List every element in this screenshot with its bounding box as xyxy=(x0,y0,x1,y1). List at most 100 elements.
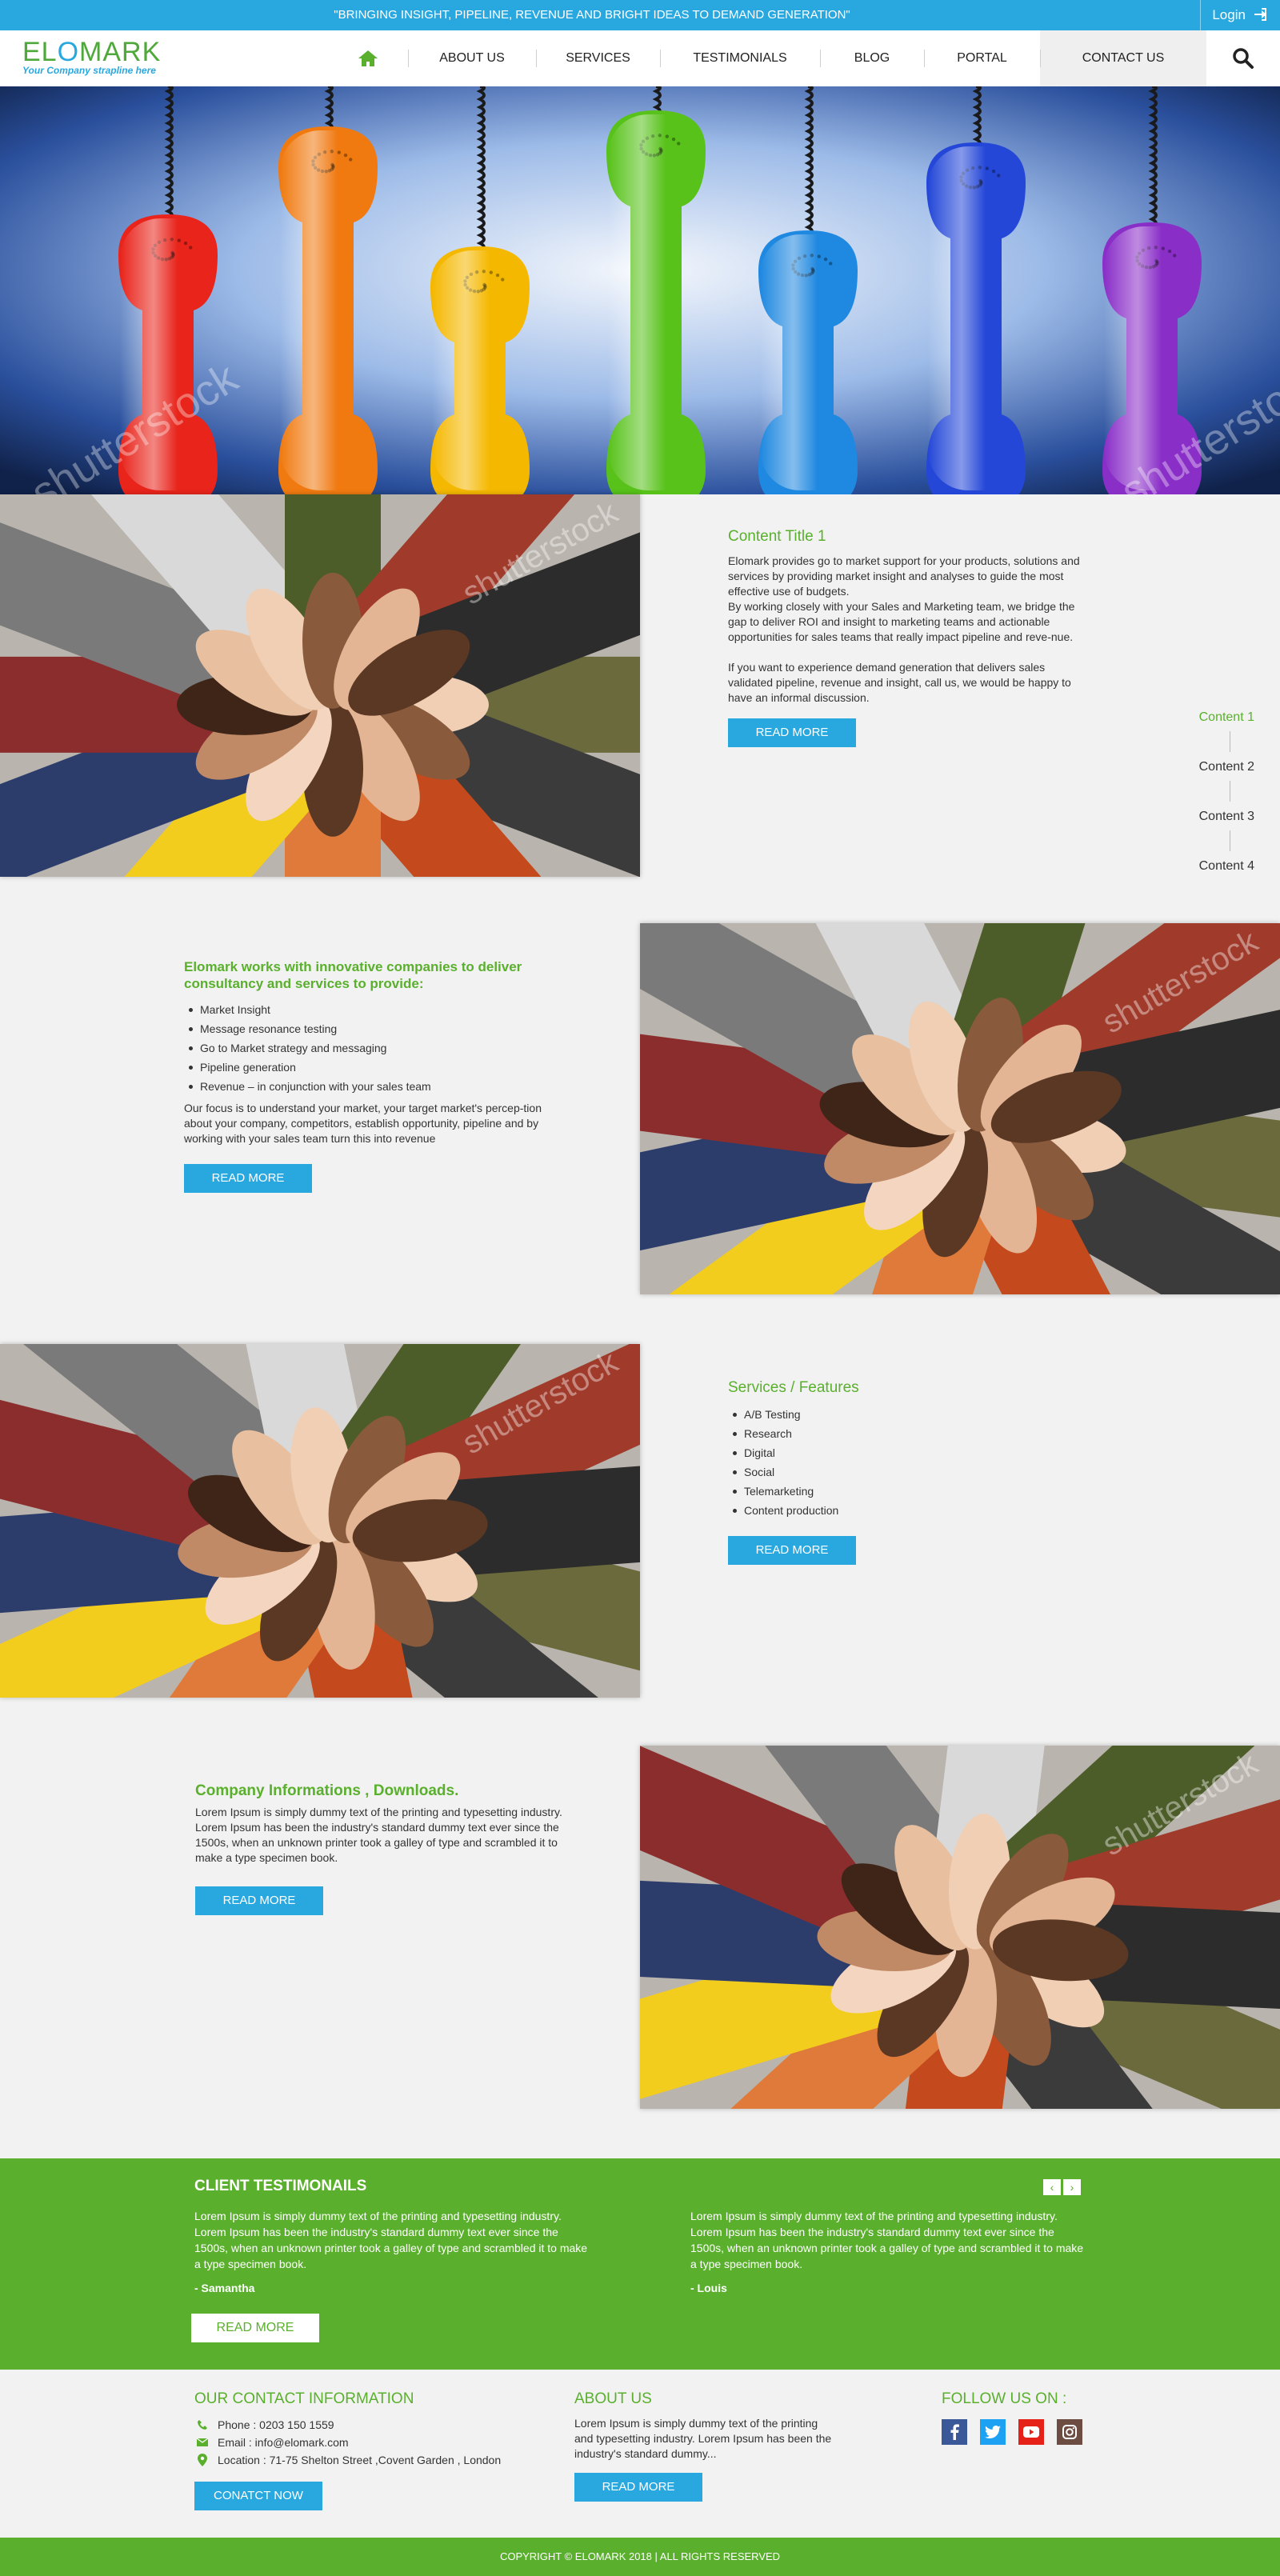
email-row: Email : info@elomark.com xyxy=(194,2434,530,2451)
footer: OUR CONTACT INFORMATION Phone : 0203 150… xyxy=(0,2370,1280,2538)
logo-text: ELOMARK xyxy=(22,37,161,68)
about-us-footer: ABOUT US Lorem Ipsum is simply dummy tex… xyxy=(574,2390,846,2502)
email-text[interactable]: Email : info@elomark.com xyxy=(218,2434,349,2451)
list-item: Digital xyxy=(728,1443,1088,1462)
login-label: Login xyxy=(1212,7,1246,22)
hero-banner: shutterstock shutterstock xyxy=(0,86,1280,494)
follow-title: FOLLOW US ON : xyxy=(942,2390,1067,2407)
location-row: Location : 71-75 Shelton Street ,Covent … xyxy=(194,2451,530,2469)
hands-image: shutterstock xyxy=(640,1746,1280,2109)
hero-image: shutterstock shutterstock xyxy=(0,86,1280,494)
content-section-2: Elomark works with innovative companies … xyxy=(184,958,560,1193)
section-paragraph: If you want to experience demand generat… xyxy=(728,661,1071,704)
read-more-button[interactable]: READ MORE xyxy=(184,1164,312,1193)
nav-contact-us[interactable]: CONTACT US xyxy=(1040,30,1206,86)
testimonials-section: CLIENT TESTIMONAILS ‹ › Lorem Ipsum is s… xyxy=(0,2158,1280,2370)
list-item: Telemarketing xyxy=(728,1482,1088,1501)
nav-services[interactable]: SERVICES xyxy=(536,30,660,86)
nav-portal[interactable]: PORTAL xyxy=(924,30,1040,86)
next-arrow-button[interactable]: › xyxy=(1063,2179,1081,2195)
copyright-bar: COPYRIGHT © ELOMARK 2018 | ALL RIGHTS RE… xyxy=(0,2538,1280,2576)
list-item: Market Insight xyxy=(184,1000,560,1019)
section-title: Services / Features xyxy=(728,1379,859,1396)
contact-info: OUR CONTACT INFORMATION Phone : 0203 150… xyxy=(194,2390,530,2510)
section-paragraph: Elomark provides go to market support fo… xyxy=(728,554,1080,598)
list-item: Pipeline generation xyxy=(184,1058,560,1077)
tagline: "BRINGING INSIGHT, PIPELINE, REVENUE AND… xyxy=(334,8,850,22)
section-body: Elomark provides go to market support fo… xyxy=(728,554,1088,706)
facebook-icon[interactable] xyxy=(942,2419,967,2445)
main-header: ELOMARK Your Company strapline here ABOU… xyxy=(0,30,1280,86)
side-nav-item[interactable]: Content 4 xyxy=(1199,859,1254,909)
section-title: Content Title 1 xyxy=(728,528,826,545)
testimonial-text: Lorem Ipsum is simply dummy text of the … xyxy=(690,2210,1084,2270)
side-nav-item[interactable]: Content 1 xyxy=(1199,710,1254,760)
search-button[interactable] xyxy=(1206,30,1280,86)
testimonial-card: Lorem Ipsum is simply dummy text of the … xyxy=(194,2208,594,2296)
location-text: Location : 71-75 Shelton Street ,Covent … xyxy=(218,2454,502,2466)
list-item: Revenue – in conjunction with your sales… xyxy=(184,1077,560,1096)
nav-blog[interactable]: BLOG xyxy=(820,30,924,86)
logo[interactable]: ELOMARK Your Company strapline here xyxy=(22,37,161,76)
testimonial-author: - Louis xyxy=(690,2282,727,2294)
map-pin-icon xyxy=(198,2454,207,2466)
twitter-icon[interactable] xyxy=(980,2419,1006,2445)
features-list: A/B Testing Research Digital Social Tele… xyxy=(728,1405,1088,1520)
testimonial-text: Lorem Ipsum is simply dummy text of the … xyxy=(194,2210,588,2270)
read-more-button[interactable]: READ MORE xyxy=(195,1886,323,1915)
list-item: Research xyxy=(728,1424,1088,1443)
testimonials-read-more-button[interactable]: READ MORE xyxy=(191,2314,319,2342)
hands-photo-1: shutterstock xyxy=(0,494,640,877)
list-item: A/B Testing xyxy=(728,1405,1088,1424)
youtube-icon[interactable] xyxy=(1018,2419,1044,2445)
logo-text-c: MARK xyxy=(79,37,162,67)
page: "BRINGING INSIGHT, PIPELINE, REVENUE AND… xyxy=(0,0,1280,2576)
phone-text: Phone : 0203 150 1559 xyxy=(218,2418,334,2431)
section-title: Company Informations , Downloads. xyxy=(195,1782,459,1799)
about-text: Lorem Ipsum is simply dummy text of the … xyxy=(574,2417,832,2460)
content-section-1: Content Title 1 Elomark provides go to m… xyxy=(728,528,1088,747)
services-list: Market Insight Message resonance testing… xyxy=(184,1000,560,1096)
phone-icon xyxy=(198,2420,207,2430)
read-more-button[interactable]: READ MORE xyxy=(728,1536,856,1565)
social-links xyxy=(942,2419,1082,2445)
about-read-more-button[interactable]: READ MORE xyxy=(574,2473,702,2502)
phone-row: Phone : 0203 150 1559 xyxy=(194,2416,530,2434)
content-section-4: Company Informations , Downloads. Lorem … xyxy=(195,1782,563,1915)
section-title: Elomark works with innovative companies … xyxy=(184,959,522,991)
content-section-3: Services / Features A/B Testing Research… xyxy=(728,1379,1088,1565)
instagram-icon[interactable] xyxy=(1057,2419,1082,2445)
section-paragraph: Our focus is to understand your market, … xyxy=(184,1102,542,1145)
hands-photo-4: shutterstock xyxy=(640,1746,1280,2109)
nav-testimonials[interactable]: TESTIMONIALS xyxy=(660,30,820,86)
list-item: Go to Market strategy and messaging xyxy=(184,1038,560,1058)
main-nav: ABOUT US SERVICES TESTIMONIALS BLOG PORT… xyxy=(328,30,1206,86)
section-paragraph: By working closely with your Sales and M… xyxy=(728,600,1075,643)
testimonial-author: - Samantha xyxy=(194,2282,255,2294)
side-nav-item[interactable]: Content 3 xyxy=(1199,810,1254,859)
search-icon xyxy=(1233,48,1254,69)
nav-home[interactable] xyxy=(328,30,408,86)
list-item: Content production xyxy=(728,1501,1088,1520)
follow-us: FOLLOW US ON : xyxy=(942,2390,1082,2445)
nav-about-us[interactable]: ABOUT US xyxy=(408,30,536,86)
list-item: Message resonance testing xyxy=(184,1019,560,1038)
prev-arrow-button[interactable]: ‹ xyxy=(1043,2179,1061,2195)
section-paragraph: Lorem Ipsum is simply dummy text of the … xyxy=(195,1806,562,1864)
side-nav-item[interactable]: Content 2 xyxy=(1199,760,1254,810)
home-icon xyxy=(358,50,378,66)
read-more-button[interactable]: READ MORE xyxy=(728,718,856,747)
hands-image: shutterstock xyxy=(0,494,640,877)
list-item: Social xyxy=(728,1462,1088,1482)
hands-image: shutterstock xyxy=(640,923,1280,1294)
contact-now-button[interactable]: CONATCT NOW xyxy=(194,2482,322,2510)
login-icon xyxy=(1254,8,1266,21)
testimonials-title: CLIENT TESTIMONAILS xyxy=(194,2178,367,2194)
contact-title: OUR CONTACT INFORMATION xyxy=(194,2390,414,2407)
about-title: ABOUT US xyxy=(574,2390,652,2407)
hands-photo-2: shutterstock xyxy=(640,923,1280,1294)
carousel-arrows: ‹ › xyxy=(1043,2179,1081,2195)
login-button[interactable]: Login xyxy=(1200,0,1280,30)
logo-text-b: O xyxy=(57,37,80,67)
hands-photo-3: shutterstock xyxy=(0,1344,640,1698)
